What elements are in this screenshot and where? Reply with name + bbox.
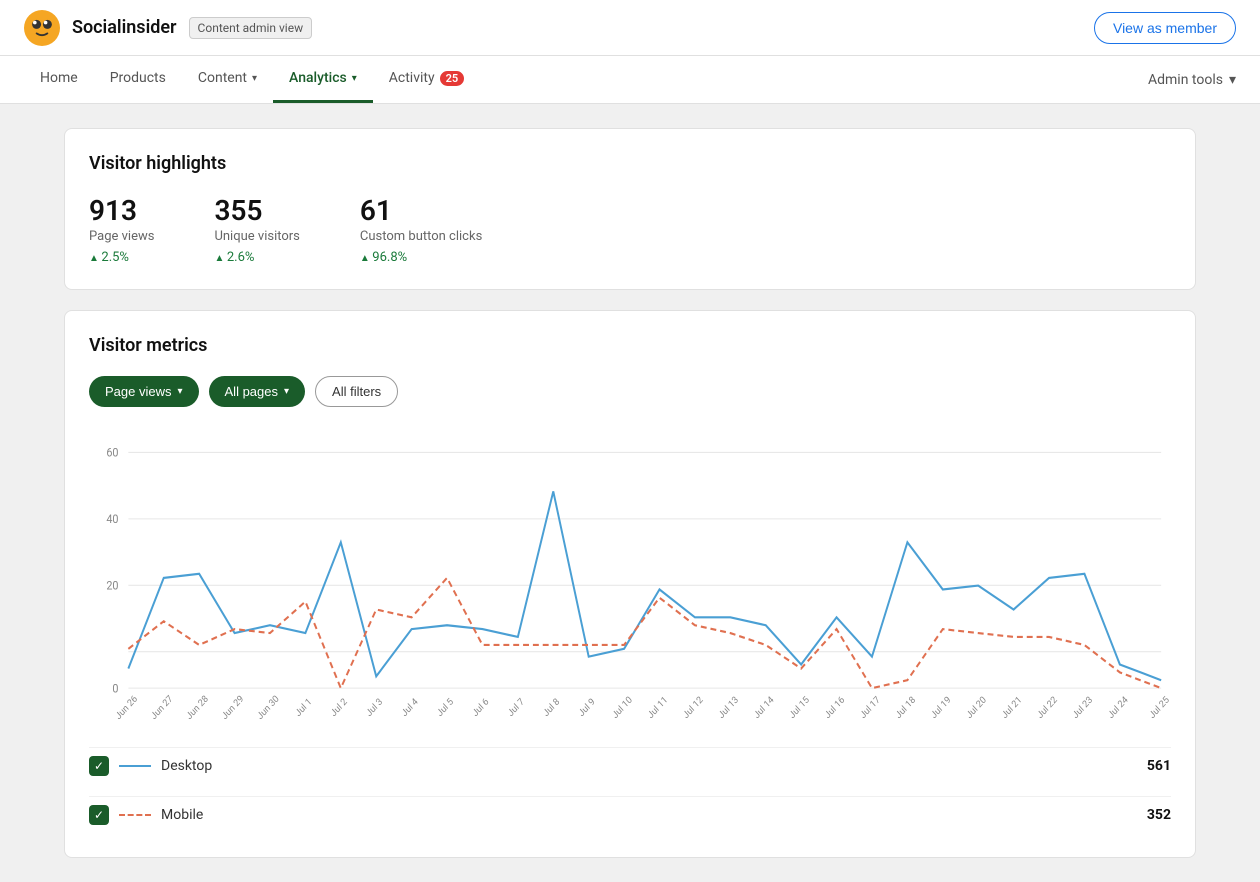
svg-text:Jul 19: Jul 19 — [929, 694, 953, 721]
svg-text:Jul 14: Jul 14 — [752, 694, 776, 721]
svg-text:Jul 4: Jul 4 — [399, 696, 420, 719]
highlight-button-clicks: 61 Custom button clicks 96.8% — [360, 194, 482, 265]
nav-item-analytics[interactable]: Analytics ▾ — [273, 56, 373, 103]
svg-text:Jul 1: Jul 1 — [293, 696, 314, 719]
svg-text:0: 0 — [112, 682, 118, 696]
analytics-chevron-icon: ▾ — [352, 73, 357, 84]
svg-text:Jun 29: Jun 29 — [220, 693, 246, 722]
svg-text:Jul 22: Jul 22 — [1035, 694, 1059, 721]
header-left: Socialinsider Content admin view — [24, 10, 312, 46]
page-views-change: 2.5% — [89, 250, 154, 265]
desktop-value: 561 — [1147, 758, 1171, 774]
unique-visitors-label: Unique visitors — [214, 229, 299, 244]
visitor-highlights-card: Visitor highlights 913 Page views 2.5% 3… — [64, 128, 1196, 290]
svg-text:Jul 11: Jul 11 — [646, 694, 670, 721]
button-clicks-change: 96.8% — [360, 250, 482, 265]
svg-text:Jul 24: Jul 24 — [1106, 694, 1130, 721]
svg-text:Jul 15: Jul 15 — [787, 694, 811, 721]
button-clicks-label: Custom button clicks — [360, 229, 482, 244]
visitor-metrics-card: Visitor metrics Page views ▾ All pages ▾… — [64, 310, 1196, 858]
visitor-metrics-chart: 60 40 20 0 Jun 26 Jun 27 Jun 28 Jun 29 J… — [89, 431, 1171, 731]
svg-text:20: 20 — [106, 579, 118, 593]
admin-tools-menu[interactable]: Admin tools ▾ — [1148, 72, 1236, 88]
mobile-line-icon — [119, 814, 151, 816]
desktop-checkbox[interactable]: ✓ — [89, 756, 109, 776]
highlight-page-views: 913 Page views 2.5% — [89, 194, 154, 265]
svg-text:40: 40 — [106, 513, 118, 527]
mobile-checkbox[interactable]: ✓ — [89, 805, 109, 825]
svg-text:Jul 2: Jul 2 — [329, 696, 350, 719]
legend-mobile: ✓ Mobile 352 — [89, 796, 1171, 833]
desktop-label: Desktop — [161, 758, 212, 774]
svg-text:Jul 7: Jul 7 — [506, 696, 527, 719]
nav: Home Products Content ▾ Analytics ▾ Acti… — [0, 56, 1260, 104]
svg-text:Jul 12: Jul 12 — [681, 694, 705, 721]
svg-text:60: 60 — [106, 446, 118, 460]
svg-text:Jul 6: Jul 6 — [470, 696, 491, 719]
button-clicks-value: 61 — [360, 194, 482, 227]
svg-text:Jun 28: Jun 28 — [184, 693, 210, 722]
svg-text:Jul 17: Jul 17 — [858, 694, 882, 721]
header: Socialinsider Content admin view View as… — [0, 0, 1260, 56]
svg-text:Jul 16: Jul 16 — [823, 694, 847, 721]
svg-text:Jul 10: Jul 10 — [610, 694, 634, 721]
svg-text:Jul 3: Jul 3 — [364, 696, 385, 719]
page-views-filter-button[interactable]: Page views ▾ — [89, 376, 199, 407]
mobile-label: Mobile — [161, 807, 203, 823]
svg-text:Jul 8: Jul 8 — [541, 696, 562, 719]
metrics-filters: Page views ▾ All pages ▾ All filters — [89, 376, 1171, 407]
nav-left: Home Products Content ▾ Analytics ▾ Acti… — [24, 56, 480, 103]
page-views-value: 913 — [89, 194, 154, 227]
svg-text:Jul 25: Jul 25 — [1147, 694, 1171, 721]
visitor-metrics-title: Visitor metrics — [89, 335, 1171, 356]
svg-text:Jul 13: Jul 13 — [716, 694, 740, 721]
legend-desktop: ✓ Desktop 561 — [89, 747, 1171, 784]
svg-text:Jul 21: Jul 21 — [1000, 694, 1024, 721]
app-name: Socialinsider — [72, 17, 177, 38]
svg-text:Jun 26: Jun 26 — [113, 693, 139, 722]
highlight-unique-visitors: 355 Unique visitors 2.6% — [214, 194, 299, 265]
svg-text:Jul 9: Jul 9 — [577, 696, 598, 719]
mobile-value: 352 — [1147, 807, 1171, 823]
svg-text:Jun 27: Jun 27 — [149, 693, 175, 722]
nav-item-content[interactable]: Content ▾ — [182, 56, 273, 103]
highlights-grid: 913 Page views 2.5% 355 Unique visitors … — [89, 194, 1171, 265]
page-views-label: Page views — [89, 229, 154, 244]
content-chevron-icon: ▾ — [252, 73, 257, 84]
svg-text:Jul 23: Jul 23 — [1071, 694, 1095, 721]
admin-tools-chevron-icon: ▾ — [1229, 72, 1236, 88]
chart-legend: ✓ Desktop 561 ✓ Mobile 352 — [89, 747, 1171, 833]
logo-icon — [24, 10, 60, 46]
activity-badge: 25 — [440, 71, 465, 86]
legend-desktop-left: ✓ Desktop — [89, 756, 212, 776]
main-content: Visitor highlights 913 Page views 2.5% 3… — [40, 128, 1220, 858]
svg-text:Jun 30: Jun 30 — [255, 693, 281, 722]
all-pages-chevron-icon: ▾ — [284, 386, 289, 397]
chart-svg: 60 40 20 0 Jun 26 Jun 27 Jun 28 Jun 29 J… — [89, 431, 1171, 731]
svg-text:Jul 18: Jul 18 — [893, 694, 917, 721]
nav-item-products[interactable]: Products — [94, 56, 182, 103]
view-as-member-button[interactable]: View as member — [1094, 12, 1236, 44]
nav-item-activity[interactable]: Activity 25 — [373, 56, 480, 103]
unique-visitors-change: 2.6% — [214, 250, 299, 265]
all-pages-filter-button[interactable]: All pages ▾ — [209, 376, 306, 407]
legend-mobile-left: ✓ Mobile — [89, 805, 203, 825]
svg-text:Jul 20: Jul 20 — [964, 694, 988, 721]
visitor-highlights-title: Visitor highlights — [89, 153, 1171, 174]
nav-item-home[interactable]: Home — [24, 56, 94, 103]
page-views-chevron-icon: ▾ — [177, 386, 182, 397]
unique-visitors-value: 355 — [214, 194, 299, 227]
admin-badge: Content admin view — [189, 17, 313, 39]
svg-text:Jul 5: Jul 5 — [435, 696, 456, 719]
all-filters-button[interactable]: All filters — [315, 376, 398, 407]
desktop-line-icon — [119, 765, 151, 767]
